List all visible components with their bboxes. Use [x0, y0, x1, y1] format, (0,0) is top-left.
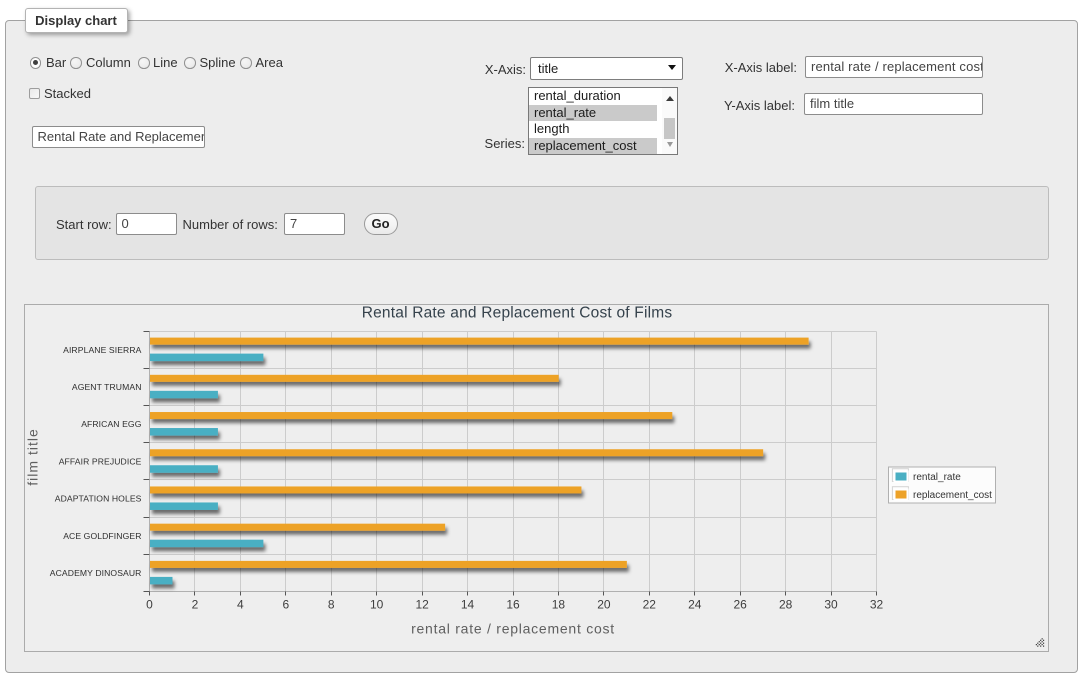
svg-text:ACE GOLDFINGER: ACE GOLDFINGER	[63, 531, 141, 541]
svg-text:26: 26	[734, 598, 748, 612]
svg-text:AIRPLANE SIERRA: AIRPLANE SIERRA	[63, 345, 142, 355]
svg-text:0: 0	[146, 598, 153, 612]
svg-text:2: 2	[192, 598, 199, 612]
svg-text:14: 14	[461, 598, 475, 612]
svg-text:32: 32	[870, 598, 884, 612]
svg-text:rental_rate: rental_rate	[913, 472, 961, 483]
svg-text:8: 8	[328, 598, 335, 612]
svg-text:ADAPTATION HOLES: ADAPTATION HOLES	[55, 494, 142, 504]
svg-text:22: 22	[643, 598, 657, 612]
svg-text:film title: film title	[25, 428, 41, 485]
svg-text:24: 24	[688, 598, 702, 612]
svg-text:10: 10	[370, 598, 384, 612]
svg-text:replacement_cost: replacement_cost	[913, 490, 992, 501]
svg-text:30: 30	[824, 598, 838, 612]
svg-text:16: 16	[506, 598, 520, 612]
svg-text:4: 4	[237, 598, 244, 612]
svg-text:Rental Rate and Replacement Co: Rental Rate and Replacement Cost of Film…	[362, 305, 673, 322]
svg-text:AGENT TRUMAN: AGENT TRUMAN	[72, 382, 142, 392]
svg-text:20: 20	[597, 598, 611, 612]
svg-text:6: 6	[282, 598, 289, 612]
svg-text:12: 12	[415, 598, 429, 612]
svg-text:AFRICAN EGG: AFRICAN EGG	[81, 419, 142, 429]
svg-text:ACADEMY DINOSAUR: ACADEMY DINOSAUR	[50, 568, 142, 578]
svg-text:AFFAIR PREJUDICE: AFFAIR PREJUDICE	[59, 456, 142, 466]
svg-text:rental rate / replacement cost: rental rate / replacement cost	[411, 621, 615, 637]
svg-text:28: 28	[779, 598, 793, 612]
svg-text:18: 18	[552, 598, 566, 612]
